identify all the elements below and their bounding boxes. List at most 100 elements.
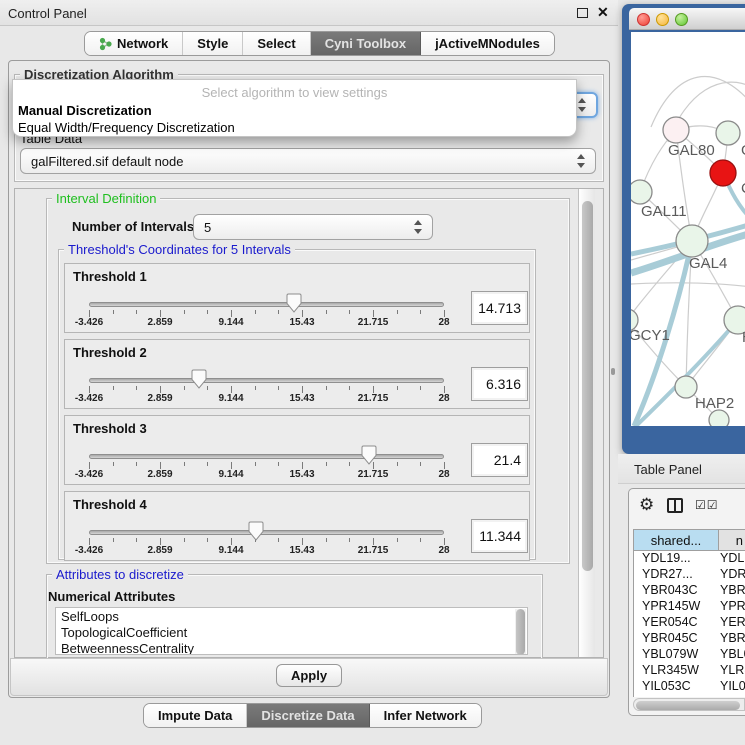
attribute-list-item[interactable]: SelfLoops bbox=[56, 608, 527, 624]
slider-tick bbox=[184, 538, 185, 542]
slider-tick bbox=[255, 462, 256, 466]
network-node[interactable] bbox=[709, 410, 729, 426]
slider-handle[interactable] bbox=[361, 445, 377, 465]
slider-tick-label: 28 bbox=[422, 393, 466, 404]
vertical-scrollbar[interactable] bbox=[578, 189, 595, 657]
slider-tick bbox=[373, 538, 374, 545]
slider-track[interactable] bbox=[89, 454, 444, 459]
split-pane-handle[interactable] bbox=[611, 368, 615, 375]
slider-tick bbox=[420, 462, 421, 466]
slider-tick bbox=[255, 310, 256, 314]
table-row[interactable]: YBL079WYBL0 bbox=[634, 647, 745, 663]
network-node[interactable] bbox=[716, 121, 740, 145]
slider-track[interactable] bbox=[89, 530, 444, 535]
tab-discretize-data[interactable]: Discretize Data bbox=[247, 704, 369, 727]
apply-button[interactable]: Apply bbox=[276, 664, 342, 687]
float-window-icon[interactable] bbox=[577, 8, 588, 18]
scrollbar-thumb[interactable] bbox=[582, 201, 593, 571]
network-node[interactable] bbox=[631, 180, 652, 204]
slider-tick bbox=[136, 386, 137, 390]
slider-tick bbox=[397, 386, 398, 390]
threshold-value-field[interactable]: 14.713 bbox=[471, 291, 528, 325]
slider-tick bbox=[89, 462, 90, 469]
minimize-traffic-icon[interactable] bbox=[656, 13, 669, 26]
tab-select[interactable]: Select bbox=[243, 32, 310, 55]
table-panel-window: ⚙ ☑☑ shared... n YDL19...YDL1YDR27...YDR… bbox=[628, 488, 745, 716]
cell-name: YBR0 bbox=[720, 631, 745, 647]
slider-tick bbox=[136, 538, 137, 542]
top-tabbar: Network Style Select Cyni Toolbox jActiv… bbox=[84, 31, 555, 56]
table-row[interactable]: YER054CYER0 bbox=[634, 615, 745, 631]
popup-option-equal-width[interactable]: Equal Width/Frequency Discretization bbox=[18, 120, 235, 135]
slider-tick bbox=[444, 538, 445, 545]
threshold-list: Threshold 1-3.4262.8599.14415.4321.71528… bbox=[64, 263, 530, 559]
columns-icon[interactable] bbox=[667, 498, 683, 513]
table-row[interactable]: YDR27...YDR2 bbox=[634, 567, 745, 583]
tab-cyni-toolbox[interactable]: Cyni Toolbox bbox=[311, 32, 421, 55]
slider-tick bbox=[326, 462, 327, 466]
threshold-value-field[interactable]: 21.4 bbox=[471, 443, 528, 477]
network-window-titlebar[interactable] bbox=[629, 8, 745, 30]
slider-track[interactable] bbox=[89, 302, 444, 307]
network-node-label: GAL80 bbox=[668, 142, 715, 159]
slider-tick bbox=[89, 310, 90, 317]
tab-style[interactable]: Style bbox=[183, 32, 243, 55]
combo-stepper-icon bbox=[577, 154, 586, 168]
table-row[interactable]: YIL053CYIL0 bbox=[634, 679, 745, 695]
slider-tick-label: 9.144 bbox=[209, 317, 253, 328]
network-node[interactable] bbox=[676, 225, 708, 257]
table-body[interactable]: YDL19...YDL1YDR27...YDR2YBR043CYBR0YPR14… bbox=[633, 551, 745, 697]
numerical-attributes-list[interactable]: SelfLoopsTopologicalCoefficientBetweenne… bbox=[55, 607, 528, 655]
network-canvas[interactable]: GAL80GCGAL11GAL4GCY1HHAP2 bbox=[631, 32, 745, 426]
close-icon[interactable]: ✕ bbox=[597, 4, 609, 21]
threshold-value-field[interactable]: 11.344 bbox=[471, 519, 528, 553]
combo-stepper-icon bbox=[414, 220, 423, 234]
slider-tick-label: 21.715 bbox=[351, 545, 395, 556]
slider-tick bbox=[113, 310, 114, 314]
attribute-list-item[interactable]: BetweennessCentrality bbox=[56, 640, 527, 655]
network-node[interactable] bbox=[710, 160, 736, 186]
table-row[interactable]: YBR043CYBR0 bbox=[634, 583, 745, 599]
maximize-traffic-icon[interactable] bbox=[675, 13, 688, 26]
horizontal-scrollbar-thumb[interactable] bbox=[636, 701, 740, 710]
network-node[interactable] bbox=[663, 117, 689, 143]
number-of-intervals-combobox[interactable]: 5 bbox=[193, 214, 433, 240]
threshold-value-field[interactable]: 6.316 bbox=[471, 367, 528, 401]
table-row[interactable]: YLR345WYLR3 bbox=[634, 663, 745, 679]
slider-tick bbox=[160, 462, 161, 469]
slider-tick bbox=[373, 310, 374, 317]
slider-tick-label: 15.43 bbox=[280, 393, 324, 404]
network-edge bbox=[631, 283, 745, 287]
tab-jactivemnodules[interactable]: jActiveMNodules bbox=[421, 32, 554, 55]
slider-handle[interactable] bbox=[191, 369, 207, 389]
gear-icon[interactable]: ⚙ bbox=[639, 495, 654, 515]
column-header-shared[interactable]: shared... bbox=[633, 530, 719, 550]
checkboxes-icon[interactable]: ☑☑ bbox=[695, 498, 719, 512]
popup-option-manual-discretization[interactable]: Manual Discretization bbox=[18, 103, 152, 118]
slider-track[interactable] bbox=[89, 378, 444, 383]
horizontal-scrollbar[interactable] bbox=[633, 698, 745, 711]
slider-handle[interactable] bbox=[286, 293, 302, 313]
slider-tick bbox=[420, 538, 421, 542]
network-node[interactable] bbox=[675, 376, 697, 398]
table-row[interactable]: YDL19...YDL1 bbox=[634, 551, 745, 567]
close-traffic-icon[interactable] bbox=[637, 13, 650, 26]
slider-tick bbox=[420, 386, 421, 390]
slider-tick bbox=[302, 462, 303, 469]
slider-handle[interactable] bbox=[248, 521, 264, 541]
table-row[interactable]: YBR045CYBR0 bbox=[634, 631, 745, 647]
threshold-label: Threshold 4 bbox=[73, 497, 147, 512]
list-scrollbar-thumb[interactable] bbox=[516, 609, 525, 655]
table-row[interactable]: YPR145WYPR1 bbox=[634, 599, 745, 615]
cell-name: YLR3 bbox=[720, 663, 745, 679]
attribute-list-item[interactable]: TopologicalCoefficient bbox=[56, 624, 527, 640]
network-icon bbox=[99, 37, 112, 51]
tab-network[interactable]: Network bbox=[85, 32, 183, 55]
table-data-combobox[interactable]: galFiltered.sif default node bbox=[20, 148, 596, 174]
slider-tick bbox=[397, 538, 398, 542]
tab-impute-data[interactable]: Impute Data bbox=[144, 704, 247, 727]
slider-tick bbox=[255, 386, 256, 390]
column-header-name[interactable]: n bbox=[719, 530, 745, 550]
tab-infer-network[interactable]: Infer Network bbox=[370, 704, 481, 727]
list-scrollbar[interactable] bbox=[515, 609, 526, 655]
